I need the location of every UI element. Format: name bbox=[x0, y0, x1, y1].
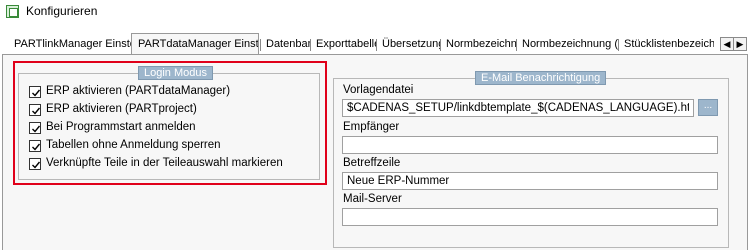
highlight-frame bbox=[13, 61, 327, 185]
subject-input[interactable] bbox=[342, 172, 718, 190]
template-file-input[interactable] bbox=[342, 99, 694, 117]
mail-server-input[interactable] bbox=[342, 208, 718, 226]
tab-partlinkmanager-einstellungen[interactable]: PARTlinkManager Einstellungen bbox=[8, 36, 131, 53]
tab-datenbank[interactable]: Datenbank bbox=[260, 36, 310, 53]
tab-stuecklistenbezeichnung[interactable]: Stücklistenbezeichnung bbox=[618, 36, 714, 53]
window-title: Konfigurieren bbox=[26, 4, 98, 18]
tab-normbezeichnung-kurz[interactable]: Normbezeichnung (kurz) bbox=[516, 36, 618, 53]
tab-exporttabellen[interactable]: Exporttabellen bbox=[310, 36, 376, 53]
recipient-label: Empfänger bbox=[343, 121, 400, 133]
browse-button[interactable]: ... bbox=[698, 99, 718, 116]
tab-scroll-right-icon[interactable]: ▶ bbox=[733, 37, 747, 51]
email-notification-group-title: E-Mail Benachrichtigung bbox=[475, 71, 607, 85]
tab-overflow-clip: Stücklistenbezeichnung bbox=[618, 33, 714, 55]
template-file-label: Vorlagendatei bbox=[343, 84, 414, 96]
recipient-input[interactable] bbox=[342, 136, 718, 154]
tab-partdatamanager-einstellungen[interactable]: PARTdataManager Einstellungen bbox=[131, 33, 259, 55]
tab-uebersetzungen[interactable]: Übersetzungen bbox=[376, 36, 440, 53]
tab-scroll-left-icon[interactable]: ◀ bbox=[720, 37, 734, 51]
title-bar: Konfigurieren bbox=[0, 0, 750, 24]
app-icon bbox=[6, 5, 19, 18]
tab-bar: PARTlinkManager Einstellungen PARTdataMa… bbox=[0, 33, 750, 55]
mail-server-label: Mail-Server bbox=[343, 193, 402, 205]
tab-normbezeichnung[interactable]: Normbezeichnung bbox=[440, 36, 516, 53]
subject-label: Betreffzeile bbox=[343, 157, 401, 169]
